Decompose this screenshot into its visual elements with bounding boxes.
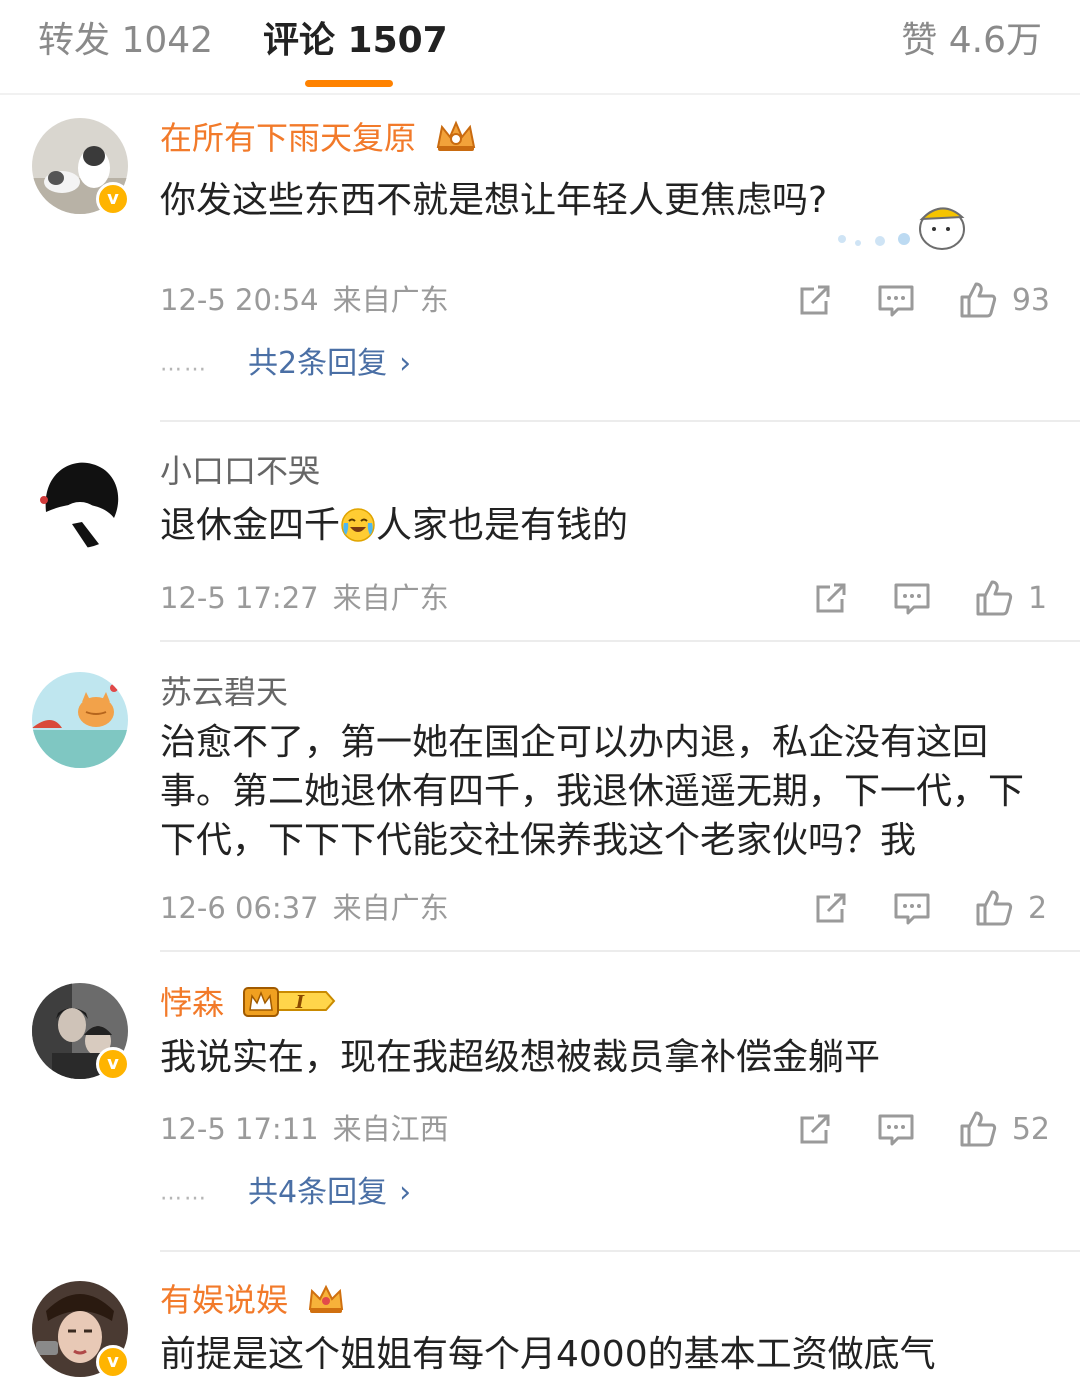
view-replies-link[interactable]: 共2条回复 <box>248 346 387 381</box>
timestamp: 12-5 17:11 <box>160 1112 319 1146</box>
chevron-right-icon: › <box>399 346 412 381</box>
share-button[interactable] <box>796 1110 834 1148</box>
comment-actions: 52 <box>796 1107 1050 1151</box>
share-icon <box>800 285 830 315</box>
thumbs-up-icon <box>960 282 996 318</box>
comment-actions: 1 <box>812 576 1050 620</box>
username[interactable]: 在所有下雨天复原 <box>160 119 416 157</box>
svg-text:I: I <box>295 992 305 1013</box>
username[interactable]: 有娱说娱 <box>160 1281 288 1319</box>
username[interactable]: 苏云碧天 <box>160 672 288 712</box>
tab-bar: 转发 1042 评论 1507 赞 4.6万 <box>0 0 1080 95</box>
chevron-right-icon: › <box>399 1175 412 1210</box>
comment-text: 我说实在，现在我超级想被裁员拿补偿金躺平 <box>160 1037 881 1078</box>
comment-button[interactable] <box>892 889 932 927</box>
location: 来自广东 <box>332 891 449 925</box>
crown-icon <box>434 119 478 162</box>
active-tab-indicator <box>305 80 393 87</box>
like-button[interactable]: 2 <box>974 888 1050 928</box>
cartoon-sticker-decoration <box>830 195 980 255</box>
avatar[interactable]: v <box>32 983 130 1081</box>
thumbs-up-icon <box>976 580 1013 616</box>
view-replies-link[interactable]: 共4条回复 <box>248 1175 387 1210</box>
tab-likes[interactable]: 赞 4.6万 <box>901 18 1042 64</box>
comment-actions: 2 <box>812 886 1050 930</box>
comment-button[interactable] <box>892 579 932 617</box>
divider <box>160 420 1080 422</box>
location: 来自江西 <box>332 1112 449 1146</box>
like-count: 2 <box>1028 890 1048 926</box>
verified-icon: v <box>96 182 130 216</box>
divider <box>160 950 1080 952</box>
crown-icon <box>306 1281 346 1324</box>
avatar[interactable] <box>32 672 128 768</box>
like-button[interactable]: 93 <box>958 280 1050 320</box>
comment-meta: 12-5 20:54 来自广东 <box>160 280 449 320</box>
avatar[interactable]: v <box>32 1281 130 1379</box>
thumbs-up-icon <box>960 1111 996 1147</box>
like-count: 93 <box>1011 282 1050 318</box>
username[interactable]: 悖森 <box>160 984 224 1022</box>
share-icon <box>800 1114 830 1144</box>
dots-icon: …… <box>160 1180 208 1206</box>
location: 来自广东 <box>332 581 449 615</box>
comment-text: 前提是这个姐姐有每个月4000的基本工资做底气 <box>160 1334 936 1375</box>
comment-meta: 12-5 17:11 来自江西 <box>160 1109 449 1149</box>
share-button[interactable] <box>812 889 850 927</box>
comment-meta: 12-5 17:27 来自广东 <box>160 578 449 618</box>
comment-button[interactable] <box>876 281 916 319</box>
avatar[interactable]: v <box>32 118 130 216</box>
timestamp: 12-5 17:27 <box>160 581 319 615</box>
divider <box>160 1250 1080 1252</box>
comment-icon <box>894 583 930 615</box>
like-count: 1 <box>1028 580 1048 616</box>
like-button[interactable]: 1 <box>974 578 1050 618</box>
timestamp: 12-6 06:37 <box>160 891 319 925</box>
like-count: 52 <box>1011 1111 1050 1147</box>
share-button[interactable] <box>796 281 834 319</box>
tab-reposts[interactable]: 转发 1042 <box>38 18 213 64</box>
verified-icon: v <box>96 1345 130 1379</box>
share-icon <box>816 583 846 613</box>
like-button[interactable]: 52 <box>958 1109 1050 1149</box>
comment-icon <box>878 285 914 317</box>
timestamp: 12-5 20:54 <box>160 283 319 317</box>
share-icon <box>816 893 846 923</box>
replies-row: …… 共2条回复 › <box>160 344 411 385</box>
crying-laughing-emoji <box>340 507 376 543</box>
comment-text: 退休金四千 人家也是有钱的 <box>160 505 629 546</box>
avatar[interactable] <box>32 452 128 548</box>
share-button[interactable] <box>812 579 850 617</box>
dots-icon: …… <box>160 351 208 377</box>
username[interactable]: 小口口不哭 <box>160 451 320 491</box>
comment-text: 治愈不了，第一她在国企可以办内退，私企没有这回事。第二她退休有四千，我退休遥遥无… <box>160 722 1025 861</box>
comment-meta: 12-6 06:37 来自广东 <box>160 888 449 928</box>
divider <box>160 640 1080 642</box>
comment-button[interactable] <box>876 1110 916 1148</box>
verified-icon: v <box>96 1047 130 1081</box>
tab-comments[interactable]: 评论 1507 <box>263 18 448 64</box>
location: 来自广东 <box>332 283 449 317</box>
thumbs-up-icon <box>976 890 1013 926</box>
comment-icon <box>894 893 930 925</box>
vip-level-badge: I <box>242 984 336 1027</box>
replies-row: …… 共4条回复 › <box>160 1173 411 1214</box>
comment-icon <box>878 1114 914 1146</box>
comment-actions: 93 <box>796 278 1050 322</box>
